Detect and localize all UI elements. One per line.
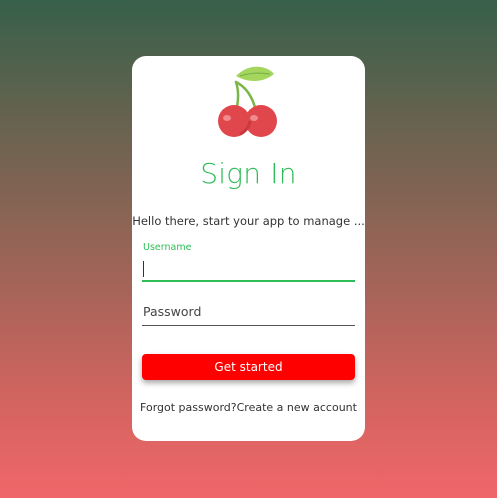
create-account-link[interactable]: Create a new account xyxy=(237,401,357,414)
password-input[interactable] xyxy=(142,300,355,326)
forgot-password-link[interactable]: Forgot password? xyxy=(140,401,237,414)
signin-card: Sign In Hello there, start your app to m… xyxy=(132,56,365,441)
username-input[interactable] xyxy=(142,256,355,282)
text-caret xyxy=(143,261,144,277)
username-field: Username xyxy=(142,242,355,282)
get-started-button[interactable]: Get started xyxy=(142,354,355,380)
password-field xyxy=(142,300,355,326)
subtitle-text: Hello there, start your app to manage ..… xyxy=(132,214,365,228)
username-label: Username xyxy=(143,242,192,253)
cherry-icon xyxy=(218,66,277,137)
footer-links: Forgot password?Create a new account xyxy=(132,401,365,414)
page-title: Sign In xyxy=(200,157,297,190)
